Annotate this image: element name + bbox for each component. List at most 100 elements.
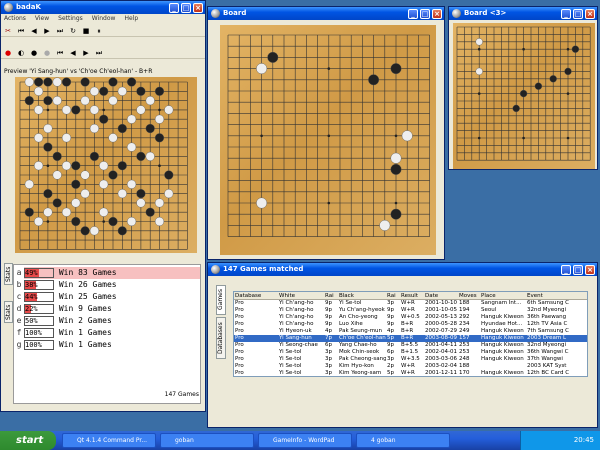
stat-bar: 49%	[24, 267, 54, 278]
task-goban[interactable]: goban	[160, 433, 254, 448]
stone	[127, 77, 137, 87]
move-first-icon[interactable]: ⏮	[17, 27, 25, 35]
square-icon[interactable]: ■	[82, 27, 90, 35]
tab-stats[interactable]: Stats	[4, 263, 13, 285]
maximize-button[interactable]: □	[420, 9, 430, 19]
column-header[interactable]: Event	[526, 292, 578, 299]
stone	[256, 197, 268, 209]
table-cell: 5p	[387, 370, 394, 376]
menu-window[interactable]: Window	[92, 15, 116, 22]
stone	[136, 86, 146, 96]
stat-row[interactable]: a 49% Win 83 Games	[14, 267, 200, 279]
board-titlebar[interactable]: Board _ □ ×	[208, 7, 444, 20]
table-cell: 7th Samsung C	[527, 328, 570, 334]
board3[interactable]	[453, 23, 595, 169]
table-cell: 2001-12-11	[425, 370, 457, 376]
stat-row[interactable]: c 44% Win 25 Games	[14, 291, 200, 303]
minimize-button[interactable]: _	[561, 9, 571, 19]
minimize-button[interactable]: _	[561, 265, 571, 275]
stat-row[interactable]: b 38% Win 26 Games	[14, 279, 200, 291]
maximize-button[interactable]: □	[573, 9, 583, 19]
table-cell: 36th Paewang	[527, 314, 567, 320]
cut-icon[interactable]: ✂	[4, 27, 12, 35]
tab-games[interactable]: Games	[216, 285, 226, 315]
stat-row[interactable]: d 22% Win 9 Games	[14, 303, 200, 315]
table-row[interactable]: Pro Yi Ch'ang-ho 9p Luo Xihe 9p B+R 2000-05-28…	[234, 321, 587, 328]
board3-window: Board <3> _ □ ×	[448, 6, 598, 170]
column-header[interactable]: Place	[480, 292, 526, 299]
column-header[interactable]: Black	[338, 292, 386, 299]
close-button[interactable]: ×	[193, 3, 203, 13]
table-cell: Pak Seung-mun	[339, 328, 383, 334]
move-last-icon[interactable]: ⏭	[56, 27, 64, 35]
tab-stats-2[interactable]: Stats	[4, 301, 13, 323]
table-row[interactable]: Pro Yi Seong-chae 6p Yang Chae-ho 9p B+5.5 200…	[234, 342, 587, 349]
prev-icon[interactable]: ◀	[69, 49, 77, 57]
table-row[interactable]: Pro Yi Se-tol 3p Kim Hyo-kon 2p W+R 2003-02-04…	[234, 363, 587, 370]
start-button[interactable]: start	[0, 431, 56, 450]
menu-settings[interactable]: Settings	[58, 15, 83, 22]
games-titlebar[interactable]: 147 Games matched _ □ ×	[208, 263, 597, 276]
column-header[interactable]: Moves	[458, 292, 480, 299]
table-cell: W+R	[401, 300, 415, 306]
board3-titlebar[interactable]: Board <3> _ □ ×	[449, 7, 597, 20]
table-cell: 4p	[325, 328, 332, 334]
table-row[interactable]: Pro Yi Hyeon-uk 4p Pak Seung-mun 4p B+R 2002-0…	[234, 328, 587, 335]
minimize-button[interactable]: _	[408, 9, 418, 19]
badak-titlebar[interactable]: badaK _ □ ×	[1, 1, 205, 14]
stat-row[interactable]: e 50% Win 2 Games	[14, 315, 200, 327]
table-row[interactable]: Pro Yi Ch'ang-ho 9p Yu Ch'ang-hyeok 9p W+R 200…	[234, 307, 587, 314]
stone	[164, 105, 174, 115]
last-icon[interactable]: ⏭	[95, 49, 103, 57]
table-row[interactable]: Pro Yi Se-tol 3p Pak Cheong-sang 3p W+3.5 2003…	[234, 356, 587, 363]
close-button[interactable]: ×	[585, 9, 595, 19]
white-stone-icon[interactable]: ●	[43, 49, 51, 57]
first-icon[interactable]: ⏮	[56, 49, 64, 57]
half-stone-icon[interactable]: ◐	[17, 49, 25, 57]
stone	[519, 89, 528, 98]
tab-databases[interactable]: Databases	[216, 317, 226, 359]
table-row[interactable]: Pro Yi Se-tol 3p Kim Yeong-sam 5p W+R 2001-12-…	[234, 370, 587, 376]
table-cell: Yi Ch'ang-ho	[279, 321, 314, 327]
black-stone-icon[interactable]: ●	[30, 49, 38, 57]
move-forward-icon[interactable]: ▶	[43, 27, 51, 35]
stat-row[interactable]: g 100% Win 1 Games	[14, 339, 200, 351]
close-button[interactable]: ×	[432, 9, 442, 19]
preview-board[interactable]	[15, 77, 197, 253]
stat-row[interactable]: f 100% Win 1 Games	[14, 327, 200, 339]
stat-text: Win 25 Games	[58, 292, 117, 301]
task-goban-group[interactable]: 4 goban	[356, 433, 450, 448]
table-cell: 157	[459, 335, 470, 341]
column-header[interactable]: Rai	[386, 292, 400, 299]
table-cell: 2003 KAT Syst	[527, 363, 567, 369]
column-header[interactable]: Date	[424, 292, 458, 299]
record-icon[interactable]: ●	[4, 49, 12, 57]
task-wordpad[interactable]: GameInfo - WordPad	[258, 433, 352, 448]
task-qt-command[interactable]: Qt 4.1.4 Command Pr...	[62, 433, 156, 448]
maximize-button[interactable]: □	[181, 3, 191, 13]
column-header[interactable]: Database	[234, 292, 278, 299]
column-header[interactable]: Result	[400, 292, 424, 299]
close-button[interactable]: ×	[585, 265, 595, 275]
table-row[interactable]: Pro Yi Ch'ang-ho 9p An Cho-yeong 9p W+0.5 2002…	[234, 314, 587, 321]
column-header[interactable]: White	[278, 292, 324, 299]
pause-icon[interactable]: ⏸	[95, 27, 103, 35]
minimize-button[interactable]: _	[169, 3, 179, 13]
table-cell: Hanguk Kiweon	[481, 349, 524, 355]
refresh-icon[interactable]: ↻	[69, 27, 77, 35]
stone	[127, 114, 137, 124]
stone	[34, 105, 44, 115]
table-row[interactable]: Pro Yi Ch'ang-ho 9p Yi Se-tol 3p W+R 2001-10-1…	[234, 300, 587, 307]
move-back-icon[interactable]: ◀	[30, 27, 38, 35]
main-board[interactable]	[220, 25, 436, 255]
table-row[interactable]: Pro Yi Sang-hun 7p Ch'oe Ch'eol-han 5p B+R 200…	[234, 335, 587, 342]
stone	[34, 133, 44, 143]
next-icon[interactable]: ▶	[82, 49, 90, 57]
menu-actions[interactable]: Actions	[4, 15, 26, 22]
menu-help[interactable]: Help	[124, 15, 138, 22]
maximize-button[interactable]: □	[573, 265, 583, 275]
table-row[interactable]: Pro Yi Se-tol 3p Mok Chin-seok 6p B+1.5 2002-0…	[234, 349, 587, 356]
column-header[interactable]: Rai	[324, 292, 338, 299]
menu-view[interactable]: View	[35, 15, 49, 22]
stone	[89, 86, 99, 96]
